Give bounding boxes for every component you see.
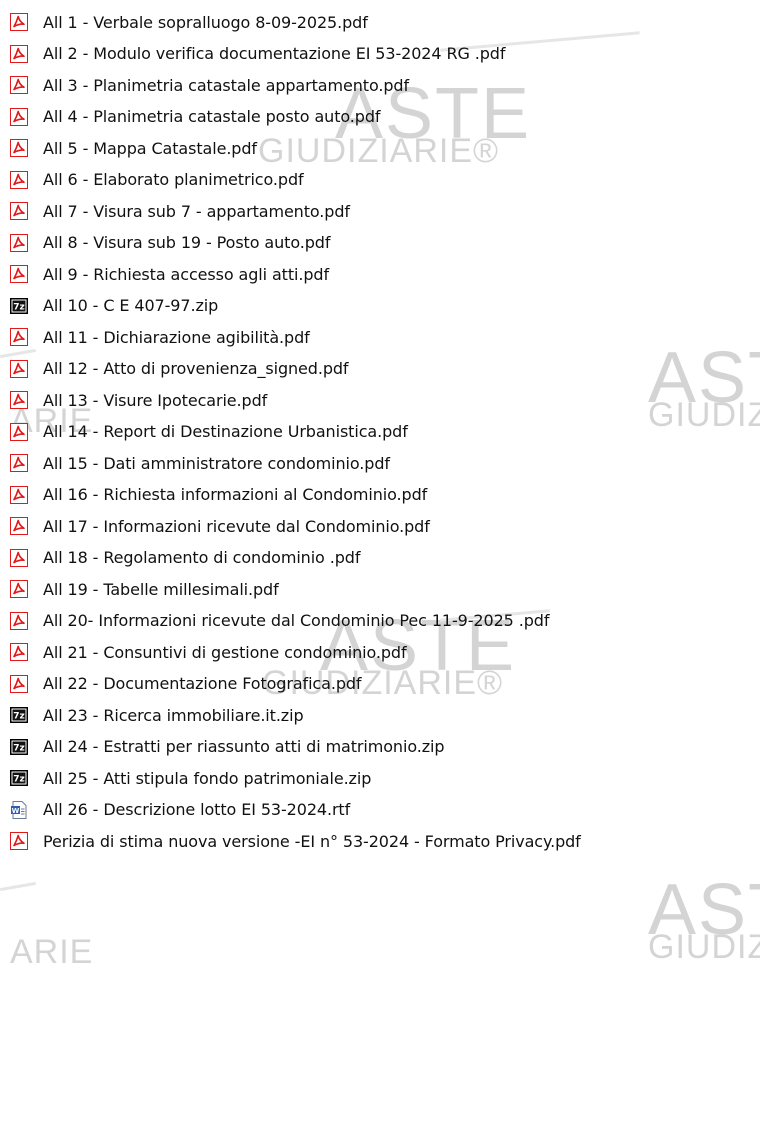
file-item[interactable]: All 9 - Richiesta accesso agli atti.pdf <box>10 260 329 288</box>
svg-text:7z: 7z <box>13 775 25 785</box>
pdf-icon <box>10 454 28 472</box>
file-item[interactable]: All 11 - Dichiarazione agibilità.pdf <box>10 323 310 351</box>
pdf-icon <box>10 233 28 252</box>
file-name: All 10 - C E 407-97.zip <box>43 296 219 315</box>
file-item[interactable]: All 7 - Visura sub 7 - appartamento.pdf <box>10 197 350 225</box>
pdf-icon <box>10 422 28 441</box>
pdf-icon <box>10 13 28 31</box>
pdf-icon <box>10 107 28 126</box>
7z-archive-icon: 7z <box>10 770 28 786</box>
file-item[interactable]: All 22 - Documentazione Fotografica.pdf <box>10 670 362 698</box>
file-item[interactable]: All 12 - Atto di provenienza_signed.pdf <box>10 355 349 383</box>
pdf-icon <box>10 643 28 661</box>
pdf-icon <box>10 485 28 504</box>
watermark-brand: ASTE <box>648 338 760 418</box>
svg-text:7z: 7z <box>13 743 25 753</box>
file-name: All 9 - Richiesta accesso agli atti.pdf <box>43 264 329 284</box>
file-item[interactable]: W All 26 - Descrizione lotto EI 53-2024.r… <box>10 796 350 824</box>
file-name: All 18 - Regolamento di condominio .pdf <box>43 548 361 567</box>
pdf-icon <box>10 517 28 535</box>
file-item[interactable]: All 5 - Mappa Catastale.pdf <box>10 134 257 162</box>
pdf-icon <box>10 44 28 63</box>
file-name: All 22 - Documentazione Fotografica.pdf <box>43 674 362 693</box>
file-item[interactable]: All 21 - Consuntivi di gestione condomin… <box>10 638 407 666</box>
file-name: All 2 - Modulo verifica documentazione E… <box>43 44 506 63</box>
watermark-sub: GIUDIZIARIE® <box>648 396 760 434</box>
file-name: All 12 - Atto di provenienza_signed.pdf <box>43 359 349 378</box>
file-item[interactable]: 7z All 23 - Ricerca immobiliare.it.zip <box>10 701 304 729</box>
file-name: All 4 - Planimetria catastale posto auto… <box>43 107 381 126</box>
file-name: All 26 - Descrizione lotto EI 53-2024.rt… <box>43 800 351 819</box>
file-item[interactable]: 7z All 25 - Atti stipula fondo patrimonia… <box>10 764 371 792</box>
svg-text:7z: 7z <box>13 302 25 312</box>
file-name: All 17 - Informazioni ricevute dal Condo… <box>43 516 430 536</box>
file-item[interactable]: 7z All 10 - C E 407-97.zip <box>10 292 218 320</box>
file-name: All 24 - Estratti per riassunto atti di … <box>43 737 445 756</box>
file-item[interactable]: All 14 - Report di Destinazione Urbanist… <box>10 418 408 446</box>
pdf-icon <box>10 170 28 189</box>
pdf-icon <box>10 391 28 409</box>
pdf-icon <box>10 611 28 630</box>
watermark-brand: ASTE <box>648 870 760 950</box>
file-name: All 14 - Report di Destinazione Urbanist… <box>43 422 408 441</box>
file-name: All 20- Informazioni ricevute dal Condom… <box>43 611 550 630</box>
pdf-icon <box>10 674 28 693</box>
pdf-icon <box>10 832 28 850</box>
watermark-sub: GIUDIZIARIE® <box>648 928 760 966</box>
file-item[interactable]: All 8 - Visura sub 19 - Posto auto.pdf <box>10 229 330 257</box>
pdf-icon <box>10 76 28 94</box>
file-name: All 8 - Visura sub 19 - Posto auto.pdf <box>43 233 331 252</box>
file-item[interactable]: All 13 - Visure Ipotecarie.pdf <box>10 386 267 414</box>
file-name: All 16 - Richiesta informazioni al Condo… <box>43 485 428 504</box>
file-name: All 11 - Dichiarazione agibilità.pdf <box>43 327 310 347</box>
7z-archive-icon: 7z <box>10 707 28 723</box>
file-name: All 19 - Tabelle millesimali.pdf <box>43 579 279 599</box>
svg-text:W: W <box>12 806 20 814</box>
file-item[interactable]: 7z All 24 - Estratti per riassunto atti d… <box>10 733 445 761</box>
file-item[interactable]: All 18 - Regolamento di condominio .pdf <box>10 544 360 572</box>
file-item[interactable]: All 19 - Tabelle millesimali.pdf <box>10 575 279 603</box>
watermark-sub: GIUDIZIARIE® <box>258 132 500 170</box>
file-item[interactable]: All 4 - Planimetria catastale posto auto… <box>10 103 381 131</box>
file-item[interactable]: All 3 - Planimetria catastale appartamen… <box>10 71 409 99</box>
file-item[interactable]: All 2 - Modulo verifica documentazione E… <box>10 40 505 68</box>
watermark-fragment: ARIE <box>10 933 94 971</box>
pdf-icon <box>10 139 28 157</box>
file-item[interactable]: Perizia di stima nuova versione -EI n° 5… <box>10 827 581 855</box>
watermark-stroke <box>0 881 36 892</box>
pdf-icon <box>10 580 28 598</box>
file-name: All 7 - Visura sub 7 - appartamento.pdf <box>43 201 350 221</box>
file-item[interactable]: All 15 - Dati amministratore condominio.… <box>10 449 390 477</box>
file-item[interactable]: All 1 - Verbale sopralluogo 8-09-2025.pd… <box>10 8 368 36</box>
file-item[interactable]: All 16 - Richiesta informazioni al Condo… <box>10 481 427 509</box>
file-name: Perizia di stima nuova versione -EI n° 5… <box>43 831 581 851</box>
file-name: All 3 - Planimetria catastale appartamen… <box>43 75 409 95</box>
file-item[interactable]: All 20- Informazioni ricevute dal Condom… <box>10 607 549 635</box>
file-item[interactable]: All 6 - Elaborato planimetrico.pdf <box>10 166 304 194</box>
file-item[interactable]: All 17 - Informazioni ricevute dal Condo… <box>10 512 430 540</box>
pdf-icon <box>10 265 28 283</box>
pdf-icon <box>10 202 28 220</box>
7z-archive-icon: 7z <box>10 738 28 755</box>
pdf-icon <box>10 328 28 346</box>
7z-archive-icon: 7z <box>10 297 28 314</box>
file-name: All 6 - Elaborato planimetrico.pdf <box>43 170 304 189</box>
file-name: All 21 - Consuntivi di gestione condomin… <box>43 642 407 662</box>
file-name: All 23 - Ricerca immobiliare.it.zip <box>43 705 304 725</box>
pdf-icon <box>10 548 28 567</box>
word-document-icon: W <box>11 800 27 819</box>
file-name: All 15 - Dati amministratore condominio.… <box>43 453 390 473</box>
file-name: All 1 - Verbale sopralluogo 8-09-2025.pd… <box>43 12 368 32</box>
file-name: All 25 - Atti stipula fondo patrimoniale… <box>43 768 372 788</box>
svg-text:7z: 7z <box>13 712 25 722</box>
file-name: All 13 - Visure Ipotecarie.pdf <box>43 390 268 410</box>
file-name: All 5 - Mappa Catastale.pdf <box>43 138 257 158</box>
pdf-icon <box>10 359 28 378</box>
